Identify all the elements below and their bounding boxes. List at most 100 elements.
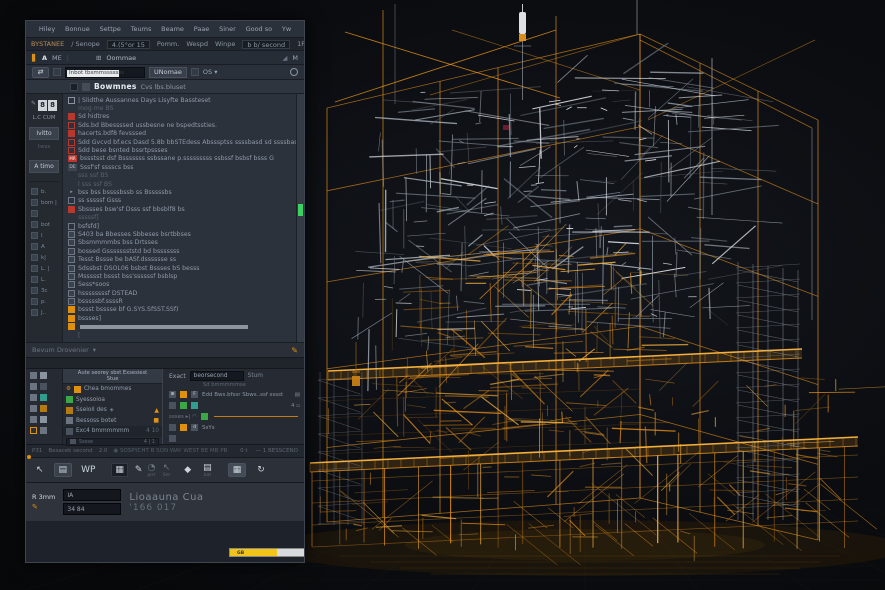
layer-list-item[interactable]: I — [31, 230, 62, 241]
tree-row[interactable]: Sbssses bsw'sf Dsss ssf bbsblf8 bs — [63, 205, 296, 213]
tree-row[interactable]: | Slidthe Aussannes Days Lisyfte Basstes… — [63, 96, 296, 104]
tree-row[interactable]: Tesst Bssse be bASf.dsssssse ss — [63, 255, 296, 263]
prop-chip[interactable]: F — [191, 391, 198, 398]
dock-list-row[interactable]: Sseioil des◈▲ — [63, 405, 162, 416]
mini-toggle-2[interactable] — [191, 68, 199, 76]
row-check-chip[interactable] — [66, 417, 73, 424]
dock-rail-row[interactable] — [30, 372, 62, 379]
me-tool[interactable]: ME — [52, 54, 62, 62]
toolbar-button[interactable]: 1F — [297, 40, 305, 48]
menu-item[interactable]: Good so — [241, 25, 277, 33]
tree-row[interactable]: l sss ssf BS — [63, 180, 296, 188]
swap-icon[interactable]: ⇄ — [32, 67, 49, 78]
ivitto-button[interactable]: Ivitto — [29, 127, 59, 140]
tab-oommae[interactable]: Oommae — [106, 54, 136, 62]
edit-pencil-icon[interactable]: ✎ — [291, 346, 298, 355]
menu-item[interactable]: Beame — [156, 25, 189, 33]
select-icon[interactable]: ↖Sm — [163, 463, 171, 478]
tree-row[interactable]: Sdd Gvcvd bf.ecs Dasd 5.8b bbSTEdess Abs… — [63, 138, 296, 146]
dock-rail-row[interactable] — [30, 394, 62, 401]
pin-icon[interactable]: ◆ — [184, 465, 191, 475]
tree-row[interactable]: [ — [63, 331, 296, 339]
tree-row[interactable]: bssses] — [63, 314, 296, 322]
frame-tool-icon[interactable]: ▤ — [54, 463, 73, 477]
prop-row[interactable]: ssses ▸| ◠ — [169, 411, 300, 422]
dock-rail-row[interactable] — [30, 405, 62, 412]
prop-chip[interactable] — [169, 435, 176, 442]
menu-item[interactable]: Hiley — [34, 25, 60, 33]
layer-list-item[interactable]: p. — [31, 296, 62, 307]
prop-row[interactable] — [169, 433, 300, 444]
redo-icon[interactable]: ↻ — [257, 465, 265, 475]
brush-icon[interactable]: ✎ — [135, 465, 143, 475]
dock-rail-row[interactable] — [30, 416, 62, 423]
search-input[interactable]: Inbot tbsmmsssssss — [65, 67, 145, 78]
transport-input-1[interactable]: IA — [63, 489, 121, 501]
prop-chip[interactable]: d — [191, 424, 198, 431]
tree-row[interactable]: bssst bsssse bf G.SYS.SfSST.SSf) — [63, 306, 296, 314]
tree-row[interactable]: hssssssssf DSTEAD — [63, 289, 296, 297]
toolbar-button[interactable]: / Senope — [71, 40, 100, 48]
grid-tool-icon[interactable]: ▦ — [111, 463, 128, 477]
toolbar-button[interactable]: 4.(5°or 15 — [107, 40, 150, 49]
dock-list-row[interactable]: Bessoss botet■ — [63, 416, 162, 427]
record-icon[interactable] — [290, 68, 298, 76]
tree-row[interactable]: DESssf'sf sssscs bss — [63, 163, 296, 171]
pencil-icon[interactable]: ✎ — [32, 503, 55, 511]
toolbar-button[interactable]: Pomm. — [157, 40, 179, 48]
cursor-icon[interactable]: ↖ — [36, 465, 44, 475]
tree-row[interactable]: sss ssf BS — [63, 172, 296, 180]
layer-list-item[interactable]: L. — [31, 274, 62, 285]
prop-chip[interactable] — [201, 413, 208, 420]
transport-input-2[interactable]: 34 84 — [63, 503, 121, 515]
tree-row[interactable]: Sbsmmmmbs bss Drtsses — [63, 239, 296, 247]
prop-chip[interactable] — [191, 402, 198, 409]
tree-row[interactable]: Sdd bese bsnted bssrtpssses — [63, 146, 296, 154]
tree-row[interactable]: Mssssst bssst bss'ssssssf bsblsp — [63, 272, 296, 280]
tree-row[interactable]: sssssf] — [63, 213, 296, 221]
toolbar-button[interactable]: BYSTANEE — [31, 40, 64, 48]
tree-row[interactable]: MRbssstsst dsf Bsssssss ssbssane p.sssss… — [63, 155, 296, 163]
panels-icon[interactable]: ▦ — [228, 463, 247, 477]
tree-row[interactable]: bossed Gssssssststd bd bsssssss — [63, 247, 296, 255]
dock-list-row[interactable]: ⚙Chea bmommes — [63, 384, 162, 395]
prop-row[interactable]: 4 ▫ — [169, 400, 300, 411]
tree-row[interactable]: Sds.bd Bbessssed ussbesne ne bspedtsstie… — [63, 121, 296, 129]
prop-chip[interactable] — [169, 402, 176, 409]
display-icon[interactable]: ▤bat — [203, 463, 212, 478]
prop-row[interactable]: ⊞FEdd Bws.bfssr Sbws..ssf sssst▤ — [169, 389, 300, 400]
layer-list-item[interactable]: k| — [31, 252, 62, 263]
row-check-chip[interactable] — [66, 428, 73, 435]
prop-chip[interactable] — [180, 424, 187, 431]
prop-row[interactable]: dSsYs — [169, 422, 300, 433]
layer-list-item[interactable]: A — [31, 241, 62, 252]
prop-chip[interactable]: ⊞ — [169, 391, 176, 398]
menu-item[interactable]: Bonnue — [60, 25, 95, 33]
menu-item[interactable]: Siner — [214, 25, 241, 33]
dock-list-row[interactable]: Syessoioa — [63, 395, 162, 406]
layer-list-item[interactable]: bot — [31, 219, 62, 230]
prop-chip[interactable] — [169, 424, 176, 431]
dock-rail-row[interactable] — [30, 383, 62, 390]
row-check-chip[interactable] — [66, 396, 73, 403]
letter-tool[interactable]: A — [42, 54, 47, 62]
row-check-chip[interactable] — [66, 407, 73, 414]
tree-row[interactable]: ss sssssf Gsss — [63, 197, 296, 205]
prop-chip[interactable] — [180, 402, 187, 409]
prop-chip[interactable] — [180, 391, 187, 398]
layer-list-item[interactable]: L. | — [31, 263, 62, 274]
tree-row[interactable]: hacerts.bdf8 fevsssed — [63, 130, 296, 138]
toolbar-button[interactable]: Wespd — [186, 40, 208, 48]
menu-item[interactable]: Paae — [189, 25, 214, 33]
layer-list-item[interactable]: b. — [31, 186, 62, 197]
tree-row[interactable]: bsssssbf.ssssR — [63, 297, 296, 305]
tree-scrollbar[interactable] — [296, 94, 304, 342]
slider-knob[interactable] — [70, 439, 76, 444]
dock-rail-row[interactable] — [30, 427, 62, 434]
tree-row[interactable]: bsfsfd] — [63, 222, 296, 230]
menu-item[interactable]: Yw — [277, 25, 296, 33]
tree-row[interactable]: Sd hidtres — [63, 113, 296, 121]
tree-row[interactable]: S403 ba Bbesses Sbbeses bsrtbbses — [63, 230, 296, 238]
row-check-chip[interactable] — [74, 386, 81, 393]
measure-icon[interactable]: ◔prrr — [147, 463, 155, 478]
